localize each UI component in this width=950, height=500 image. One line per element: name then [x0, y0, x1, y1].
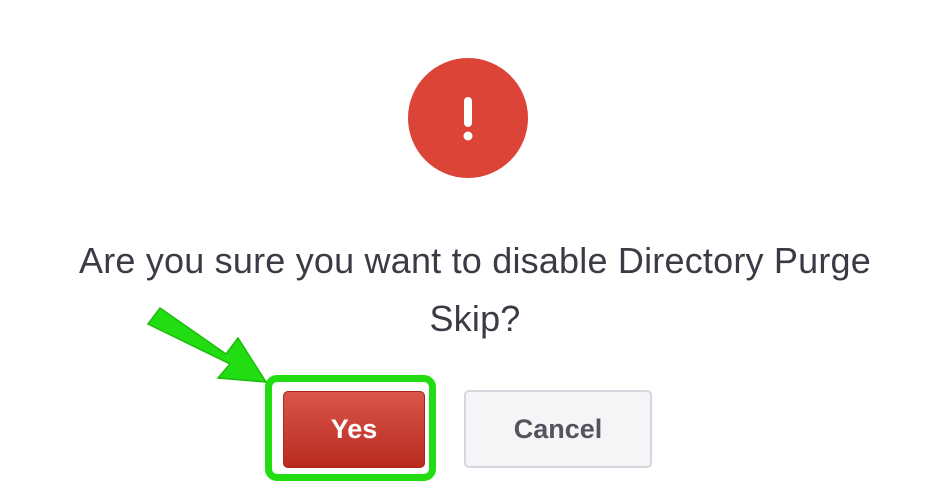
exclamation-icon [408, 58, 528, 178]
yes-button[interactable]: Yes [283, 391, 425, 468]
confirm-dialog: Are you sure you want to disable Directo… [0, 0, 950, 500]
pointer-arrow-icon [146, 306, 268, 383]
cancel-button[interactable]: Cancel [464, 390, 652, 468]
